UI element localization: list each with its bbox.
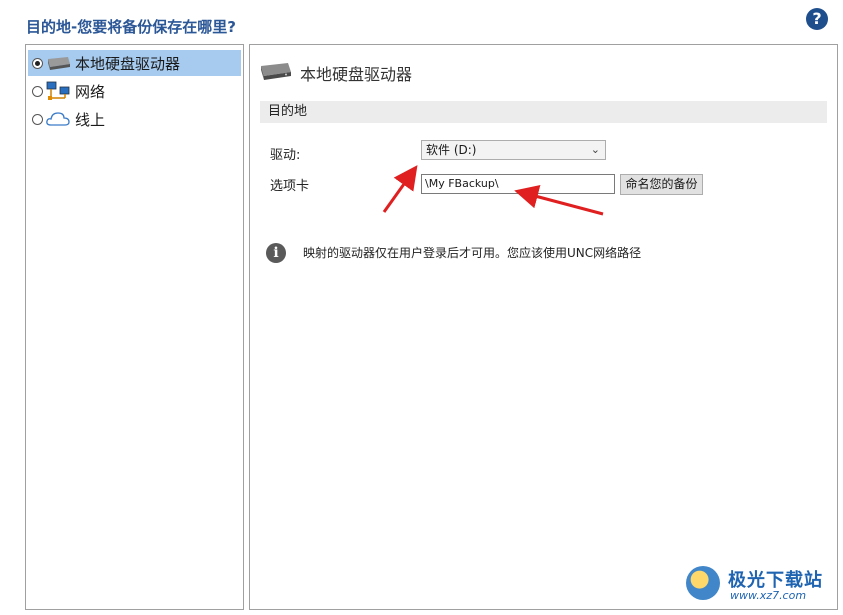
settings-panel: 本地硬盘驱动器 目的地 驱动: 软件 (D:) ⌄ 选项卡 \My FBacku… xyxy=(249,44,838,610)
folder-path-input[interactable]: \My FBackup\ xyxy=(421,174,615,194)
help-icon[interactable]: ? xyxy=(806,8,828,30)
option-label: 线上 xyxy=(75,110,106,129)
option-online[interactable]: 线上 xyxy=(28,106,241,132)
destination-type-list: 本地硬盘驱动器 网络 线上 xyxy=(25,44,244,610)
option-network[interactable]: 网络 xyxy=(28,78,241,104)
option-local-drive[interactable]: 本地硬盘驱动器 xyxy=(28,50,241,76)
drive-label: 驱动: xyxy=(270,148,301,163)
watermark-url: www.xz7.com xyxy=(730,589,807,602)
name-backup-button[interactable]: 命名您的备份 xyxy=(620,174,703,195)
section-header: 目的地 xyxy=(260,101,827,123)
panel-title: 本地硬盘驱动器 xyxy=(300,65,413,84)
hard-drive-icon xyxy=(258,61,292,85)
drive-select-value: 软件 (D:) xyxy=(426,143,477,157)
page-title: 目的地-您要将备份保存在哪里? xyxy=(26,18,236,36)
folder-label: 选项卡 xyxy=(270,179,310,194)
watermark-logo xyxy=(686,566,720,600)
option-label: 网络 xyxy=(75,82,106,101)
info-icon: i xyxy=(266,243,286,263)
drive-select[interactable]: 软件 (D:) ⌄ xyxy=(421,140,606,160)
hard-drive-icon xyxy=(45,54,71,72)
chevron-down-icon: ⌄ xyxy=(590,143,600,156)
radio-online[interactable] xyxy=(32,113,43,125)
info-message: 映射的驱动器仅在用户登录后才可用。您应该使用UNC网络路径 xyxy=(303,246,642,260)
cloud-icon xyxy=(45,110,71,128)
radio-local-drive[interactable] xyxy=(32,57,43,69)
option-label: 本地硬盘驱动器 xyxy=(75,54,181,73)
network-icon xyxy=(45,81,71,100)
watermark: 极光下载站 www.xz7.com xyxy=(686,562,836,606)
radio-network[interactable] xyxy=(32,85,43,97)
